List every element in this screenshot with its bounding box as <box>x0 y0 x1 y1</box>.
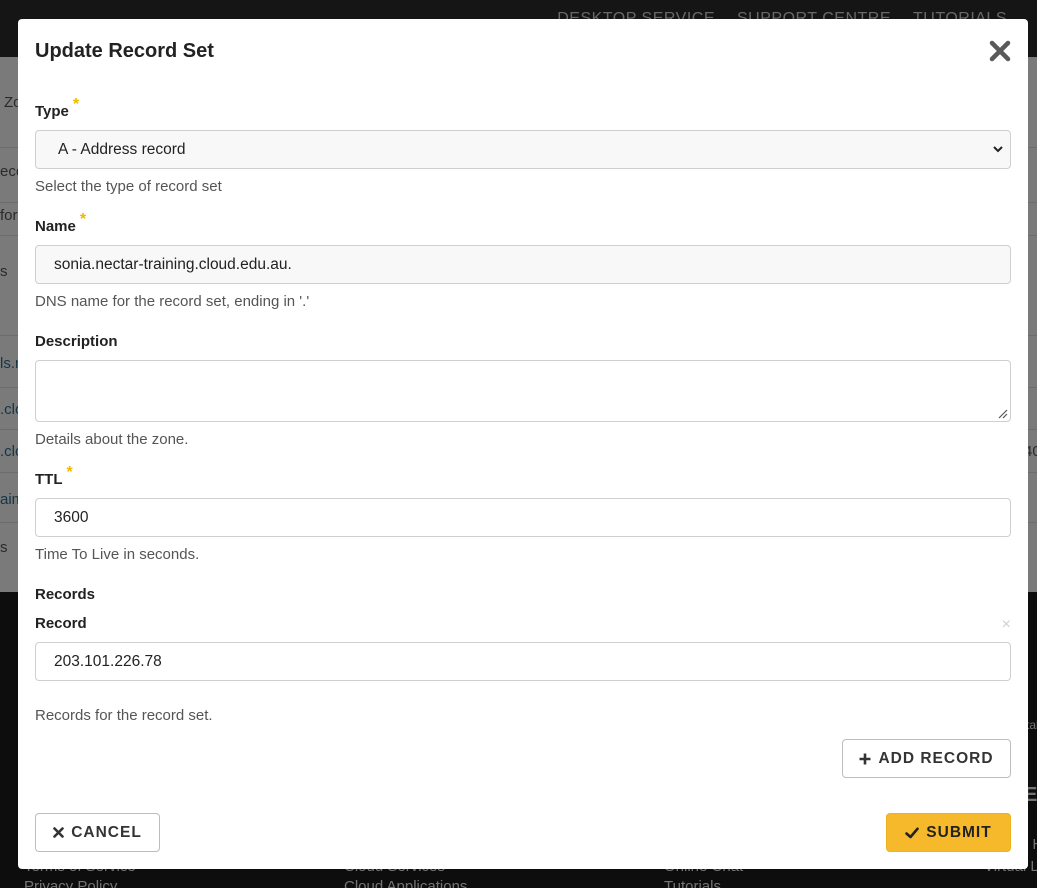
record-label: Record <box>35 615 87 632</box>
name-input[interactable]: sonia.nectar-training.cloud.edu.au. <box>35 245 1011 284</box>
required-mark: * <box>79 211 87 228</box>
cancel-button[interactable]: CANCEL <box>35 813 160 852</box>
name-help: DNS name for the record set, ending in '… <box>35 293 310 310</box>
name-input-value: sonia.nectar-training.cloud.edu.au. <box>54 256 292 273</box>
ttl-label: TTL * <box>35 464 73 488</box>
update-record-set-modal: Update Record Set Type * A - Address reco… <box>18 19 1028 869</box>
resize-handle-icon[interactable] <box>998 409 1008 419</box>
chevron-down-icon <box>993 146 1003 153</box>
add-record-label: ADD RECORD <box>878 749 994 767</box>
description-help: Details about the zone. <box>35 431 189 448</box>
close-icon <box>53 827 65 838</box>
remove-record-button[interactable]: × <box>1002 616 1011 634</box>
add-record-button[interactable]: ADD RECORD <box>842 739 1011 778</box>
modal-title: Update Record Set <box>35 40 214 62</box>
ttl-input-value: 3600 <box>54 509 89 526</box>
record-input-value: 203.101.226.78 <box>54 653 162 670</box>
cancel-label: CANCEL <box>71 823 142 841</box>
plus-icon <box>859 753 871 764</box>
record-input[interactable]: 203.101.226.78 <box>35 642 1011 681</box>
required-mark: * <box>66 464 73 481</box>
submit-button[interactable]: SUBMIT <box>886 813 1011 852</box>
description-textarea[interactable] <box>35 360 1011 422</box>
type-help: Select the type of record set <box>35 178 222 195</box>
ttl-help: Time To Live in seconds. <box>35 546 200 563</box>
ttl-input[interactable]: 3600 <box>35 498 1011 537</box>
check-icon <box>905 827 920 838</box>
type-label: Type * <box>35 96 80 120</box>
records-help: Records for the record set. <box>35 707 213 724</box>
type-select-value: A - Address record <box>58 141 186 158</box>
records-label: Records <box>35 586 96 603</box>
type-select[interactable]: A - Address record <box>35 130 1011 169</box>
close-button[interactable] <box>988 39 1012 63</box>
close-icon <box>989 40 1011 62</box>
required-mark: * <box>72 96 80 113</box>
description-label: Description <box>35 333 118 350</box>
submit-label: SUBMIT <box>926 823 992 841</box>
name-label: Name * <box>35 211 87 235</box>
